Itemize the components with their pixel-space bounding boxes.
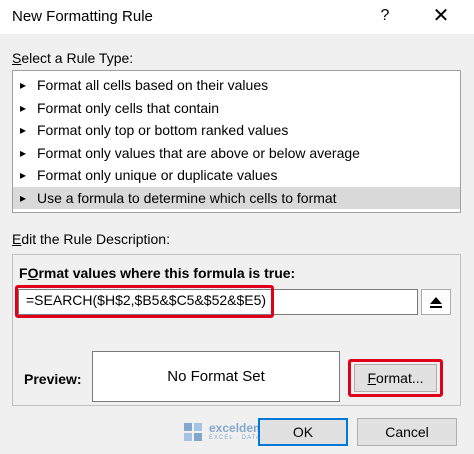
formula-label: FOrmat values where this formula is true…: [19, 265, 296, 281]
rule-item-top-bottom[interactable]: ▸ Format only top or bottom ranked values: [13, 119, 460, 142]
cancel-button[interactable]: Cancel: [357, 418, 457, 446]
arrow-icon: ▸: [20, 123, 27, 137]
rule-item-above-below-average[interactable]: ▸ Format only values that are above or be…: [13, 142, 460, 165]
rule-type-list[interactable]: ▸ Format all cells based on their values …: [12, 70, 461, 213]
close-button[interactable]: ✕: [424, 2, 458, 30]
help-button[interactable]: ?: [370, 2, 400, 30]
arrow-icon: ▸: [20, 100, 27, 115]
rule-item-cells-contain[interactable]: ▸ Format only cells that contain: [13, 97, 460, 120]
format-button[interactable]: Format...: [354, 364, 437, 392]
arrow-icon: ▸: [20, 168, 27, 182]
rule-item-all-cells[interactable]: ▸ Format all cells based on their values: [13, 74, 460, 97]
collapse-dialog-button[interactable]: [421, 289, 451, 315]
title-bar: New Formatting Rule ? ✕: [0, 0, 474, 34]
formula-highlight-annotation: [15, 285, 274, 318]
preview-label: Preview:: [24, 371, 82, 387]
ok-button[interactable]: OK: [258, 418, 348, 446]
rule-description-label: Edit the Rule Description:: [12, 231, 170, 247]
dialog-title: New Formatting Rule: [12, 8, 153, 25]
rule-item-unique-duplicate[interactable]: ▸ Format only unique or duplicate values: [13, 164, 460, 187]
rule-item-use-formula[interactable]: ▸ Use a formula to determine which cells …: [13, 186, 460, 209]
arrow-icon: ▸: [20, 78, 27, 92]
preview-text: No Format Set: [167, 368, 265, 385]
rule-type-label: Select a Rule Type:: [12, 50, 134, 66]
exceldemy-logo-icon: [184, 423, 202, 441]
arrow-icon: ▸: [20, 145, 27, 160]
arrow-icon: ▸: [20, 190, 27, 205]
collapse-arrow-icon: [430, 297, 442, 308]
